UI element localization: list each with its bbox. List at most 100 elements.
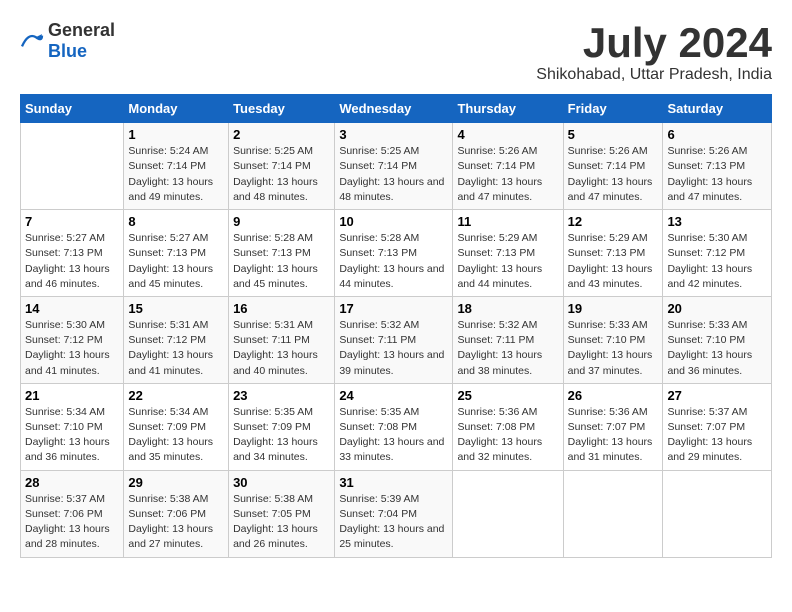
day-cell: 13 Sunrise: 5:30 AMSunset: 7:12 PMDayligh… [663, 210, 772, 297]
day-cell: 4 Sunrise: 5:26 AMSunset: 7:14 PMDaylight… [453, 123, 563, 210]
day-cell: 14 Sunrise: 5:30 AMSunset: 7:12 PMDayligh… [21, 296, 124, 383]
day-cell: 17Sunrise: 5:32 AMSunset: 7:11 PMDayligh… [335, 296, 453, 383]
logo: General Blue [20, 20, 115, 62]
calendar-table: SundayMondayTuesdayWednesdayThursdayFrid… [20, 94, 772, 557]
day-number: 16 [233, 301, 330, 316]
col-header-thursday: Thursday [453, 95, 563, 123]
day-number: 25 [457, 388, 558, 403]
day-info: Sunrise: 5:30 AMSunset: 7:12 PMDaylight:… [667, 231, 767, 292]
day-cell: 21 Sunrise: 5:34 AMSunset: 7:10 PMDayligh… [21, 383, 124, 470]
day-cell: 12 Sunrise: 5:29 AMSunset: 7:13 PMDayligh… [563, 210, 663, 297]
day-cell: 23Sunrise: 5:35 AMSunset: 7:09 PMDayligh… [229, 383, 335, 470]
col-header-wednesday: Wednesday [335, 95, 453, 123]
day-cell: 7 Sunrise: 5:27 AMSunset: 7:13 PMDaylight… [21, 210, 124, 297]
day-info: Sunrise: 5:30 AMSunset: 7:12 PMDaylight:… [25, 318, 119, 379]
day-number: 20 [667, 301, 767, 316]
col-header-friday: Friday [563, 95, 663, 123]
day-number: 27 [667, 388, 767, 403]
day-info: Sunrise: 5:35 AMSunset: 7:08 PMDaylight:… [339, 405, 448, 466]
day-info: Sunrise: 5:31 AMSunset: 7:12 PMDaylight:… [128, 318, 224, 379]
day-number: 9 [233, 214, 330, 229]
day-cell: 15 Sunrise: 5:31 AMSunset: 7:12 PMDayligh… [124, 296, 229, 383]
day-info: Sunrise: 5:36 AMSunset: 7:08 PMDaylight:… [457, 405, 558, 466]
day-number: 31 [339, 475, 448, 490]
day-number: 5 [568, 127, 659, 142]
title-area: July 2024 Shikohabad, Uttar Pradesh, Ind… [536, 20, 772, 84]
day-info: Sunrise: 5:25 AMSunset: 7:14 PMDaylight:… [339, 144, 448, 205]
day-number: 10 [339, 214, 448, 229]
day-info: Sunrise: 5:39 AMSunset: 7:04 PMDaylight:… [339, 492, 448, 553]
day-number: 3 [339, 127, 448, 142]
day-cell: 3 Sunrise: 5:25 AMSunset: 7:14 PMDaylight… [335, 123, 453, 210]
day-info: Sunrise: 5:35 AMSunset: 7:09 PMDaylight:… [233, 405, 330, 466]
day-number: 26 [568, 388, 659, 403]
day-number: 12 [568, 214, 659, 229]
logo-text: General Blue [48, 20, 115, 62]
day-info: Sunrise: 5:28 AMSunset: 7:13 PMDaylight:… [233, 231, 330, 292]
week-row-4: 21 Sunrise: 5:34 AMSunset: 7:10 PMDayligh… [21, 383, 772, 470]
day-info: Sunrise: 5:27 AMSunset: 7:13 PMDaylight:… [25, 231, 119, 292]
day-cell: 19 Sunrise: 5:33 AMSunset: 7:10 PMDayligh… [563, 296, 663, 383]
week-row-5: 28 Sunrise: 5:37 AMSunset: 7:06 PMDayligh… [21, 470, 772, 557]
day-number: 19 [568, 301, 659, 316]
day-info: Sunrise: 5:38 AMSunset: 7:05 PMDaylight:… [233, 492, 330, 553]
day-cell: 11Sunrise: 5:29 AMSunset: 7:13 PMDayligh… [453, 210, 563, 297]
day-info: Sunrise: 5:34 AMSunset: 7:10 PMDaylight:… [25, 405, 119, 466]
day-info: Sunrise: 5:27 AMSunset: 7:13 PMDaylight:… [128, 231, 224, 292]
day-cell: 2 Sunrise: 5:25 AMSunset: 7:14 PMDaylight… [229, 123, 335, 210]
day-cell: 30 Sunrise: 5:38 AMSunset: 7:05 PMDayligh… [229, 470, 335, 557]
week-row-1: 1 Sunrise: 5:24 AMSunset: 7:14 PMDaylight… [21, 123, 772, 210]
col-header-sunday: Sunday [21, 95, 124, 123]
day-cell [21, 123, 124, 210]
day-info: Sunrise: 5:37 AMSunset: 7:06 PMDaylight:… [25, 492, 119, 553]
day-number: 21 [25, 388, 119, 403]
day-info: Sunrise: 5:26 AMSunset: 7:13 PMDaylight:… [667, 144, 767, 205]
day-number: 14 [25, 301, 119, 316]
day-cell [453, 470, 563, 557]
day-number: 1 [128, 127, 224, 142]
day-cell: 16Sunrise: 5:31 AMSunset: 7:11 PMDayligh… [229, 296, 335, 383]
day-number: 2 [233, 127, 330, 142]
day-number: 29 [128, 475, 224, 490]
day-info: Sunrise: 5:33 AMSunset: 7:10 PMDaylight:… [568, 318, 659, 379]
day-cell: 6 Sunrise: 5:26 AMSunset: 7:13 PMDaylight… [663, 123, 772, 210]
col-header-saturday: Saturday [663, 95, 772, 123]
header-row: SundayMondayTuesdayWednesdayThursdayFrid… [21, 95, 772, 123]
day-cell: 29Sunrise: 5:38 AMSunset: 7:06 PMDayligh… [124, 470, 229, 557]
day-number: 6 [667, 127, 767, 142]
day-info: Sunrise: 5:24 AMSunset: 7:14 PMDaylight:… [128, 144, 224, 205]
day-number: 28 [25, 475, 119, 490]
day-info: Sunrise: 5:37 AMSunset: 7:07 PMDaylight:… [667, 405, 767, 466]
day-cell: 10 Sunrise: 5:28 AMSunset: 7:13 PMDayligh… [335, 210, 453, 297]
day-number: 30 [233, 475, 330, 490]
logo-icon [20, 31, 44, 51]
day-cell [663, 470, 772, 557]
day-cell: 8 Sunrise: 5:27 AMSunset: 7:13 PMDaylight… [124, 210, 229, 297]
day-info: Sunrise: 5:28 AMSunset: 7:13 PMDaylight:… [339, 231, 448, 292]
day-number: 13 [667, 214, 767, 229]
day-info: Sunrise: 5:25 AMSunset: 7:14 PMDaylight:… [233, 144, 330, 205]
day-cell: 22Sunrise: 5:34 AMSunset: 7:09 PMDayligh… [124, 383, 229, 470]
day-number: 8 [128, 214, 224, 229]
main-title: July 2024 [536, 20, 772, 66]
week-row-2: 7 Sunrise: 5:27 AMSunset: 7:13 PMDaylight… [21, 210, 772, 297]
day-info: Sunrise: 5:26 AMSunset: 7:14 PMDaylight:… [457, 144, 558, 205]
day-number: 15 [128, 301, 224, 316]
day-info: Sunrise: 5:36 AMSunset: 7:07 PMDaylight:… [568, 405, 659, 466]
day-cell: 25 Sunrise: 5:36 AMSunset: 7:08 PMDayligh… [453, 383, 563, 470]
col-header-monday: Monday [124, 95, 229, 123]
header: General Blue July 2024 Shikohabad, Uttar… [20, 20, 772, 84]
day-number: 22 [128, 388, 224, 403]
day-number: 17 [339, 301, 448, 316]
day-number: 24 [339, 388, 448, 403]
week-row-3: 14 Sunrise: 5:30 AMSunset: 7:12 PMDayligh… [21, 296, 772, 383]
subtitle: Shikohabad, Uttar Pradesh, India [536, 66, 772, 84]
day-cell: 31 Sunrise: 5:39 AMSunset: 7:04 PMDayligh… [335, 470, 453, 557]
day-number: 18 [457, 301, 558, 316]
day-info: Sunrise: 5:29 AMSunset: 7:13 PMDaylight:… [568, 231, 659, 292]
day-cell: 5Sunrise: 5:26 AMSunset: 7:14 PMDaylight… [563, 123, 663, 210]
day-cell: 18Sunrise: 5:32 AMSunset: 7:11 PMDayligh… [453, 296, 563, 383]
day-number: 7 [25, 214, 119, 229]
day-cell [563, 470, 663, 557]
day-number: 4 [457, 127, 558, 142]
